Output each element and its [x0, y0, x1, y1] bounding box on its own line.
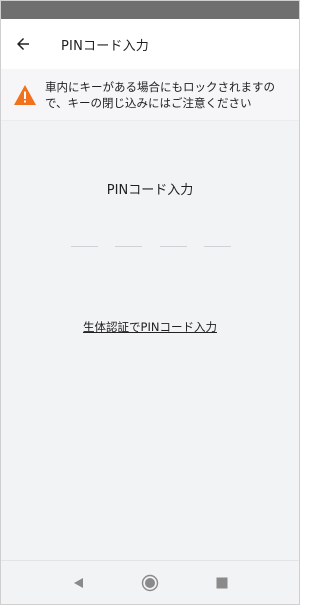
- nav-recents-icon: [216, 577, 228, 588]
- warning-triangle-icon: [14, 84, 36, 105]
- warning-banner: 車内にキーがある場合にもロックされますので、キーの閉じ込みにはご注意ください: [1, 69, 299, 121]
- pin-digit-slot[interactable]: [203, 246, 231, 247]
- warning-message: 車内にキーがある場合にもロックされますので、キーの閉じ込みにはご注意ください: [45, 79, 275, 110]
- pin-digit-slot[interactable]: [159, 246, 187, 247]
- nav-home-icon: [141, 574, 159, 591]
- page-title: PINコード入力: [61, 38, 149, 54]
- nav-back-button[interactable]: [42, 561, 114, 605]
- screen: PINコード入力 車内にキーがある場合にもロックされますので、キーの閉じ込みには…: [0, 0, 300, 605]
- status-bar: [1, 1, 299, 19]
- pin-label: PINコード入力: [106, 183, 194, 198]
- back-button[interactable]: [1, 19, 45, 69]
- arrow-left-icon: [17, 38, 29, 50]
- pin-input[interactable]: [71, 246, 231, 250]
- pin-digit-slot[interactable]: [71, 246, 98, 247]
- system-nav-bar: [1, 560, 299, 604]
- nav-home-button[interactable]: [114, 561, 186, 605]
- nav-recents-button[interactable]: [186, 561, 258, 605]
- app-bar: PINコード入力: [1, 19, 299, 69]
- nav-back-icon: [74, 577, 83, 588]
- biometric-pin-link[interactable]: 生体認証でPINコード入力: [1, 319, 299, 335]
- main-content: PINコード入力 生体認証でPINコード入力: [1, 121, 299, 561]
- pin-digit-slot[interactable]: [115, 246, 143, 247]
